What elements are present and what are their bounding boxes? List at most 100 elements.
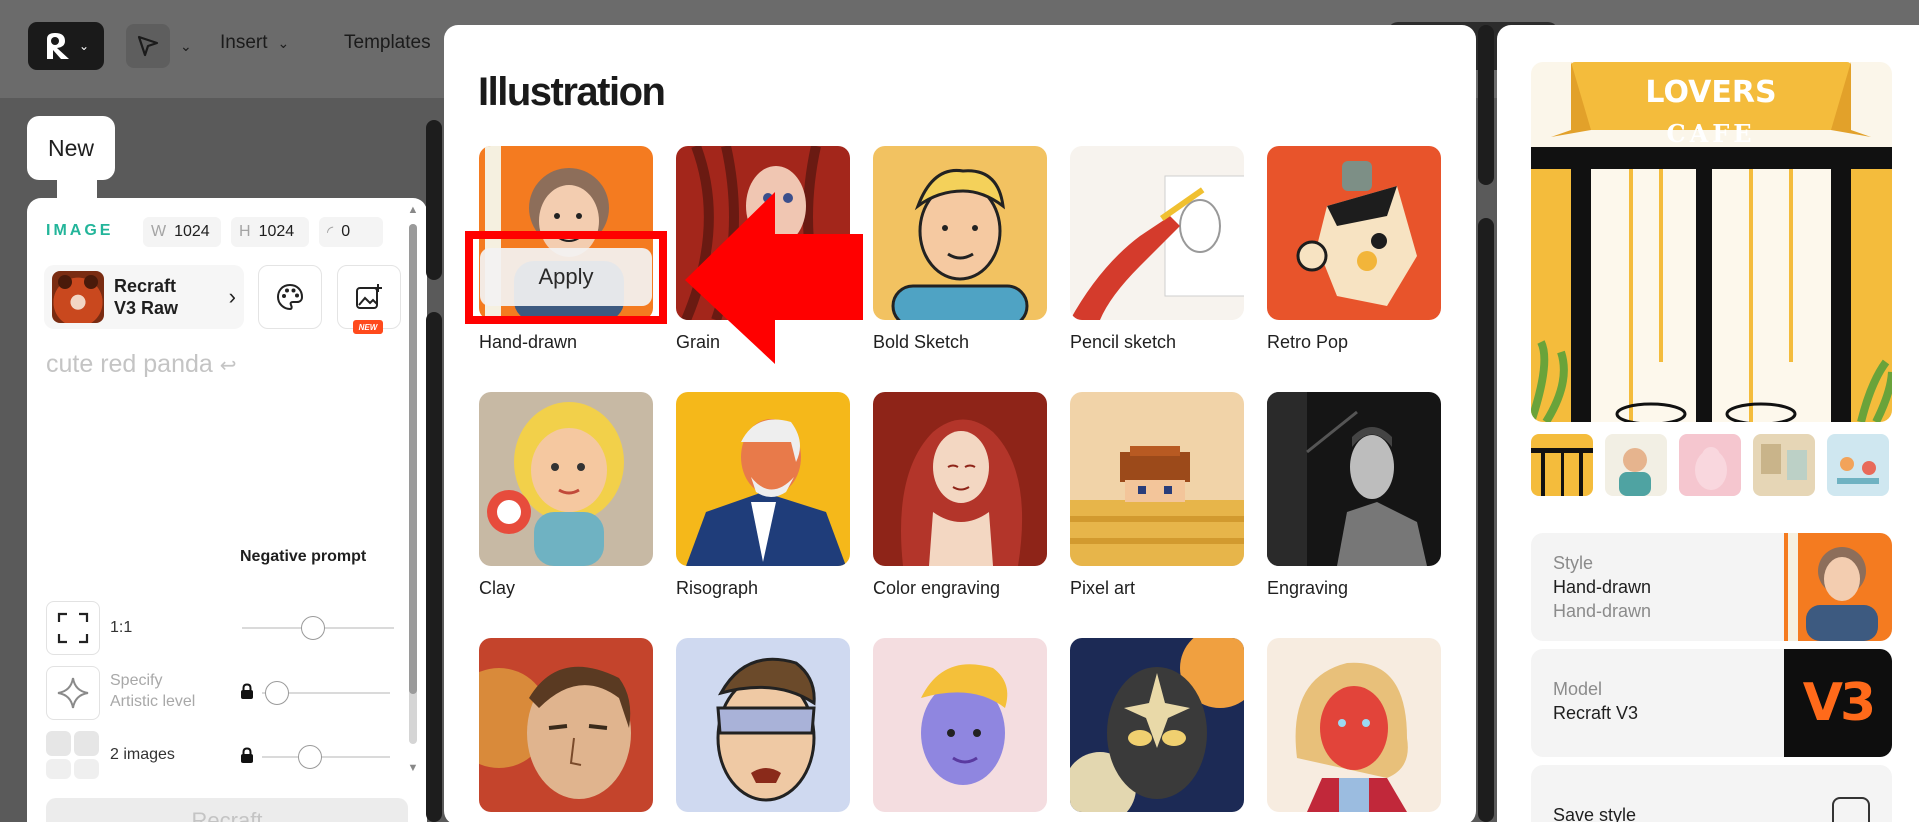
model-badge: V3: [1784, 649, 1892, 757]
insert-label: Insert: [220, 32, 268, 53]
model-info-card[interactable]: Model Recraft V3 V3: [1531, 649, 1892, 757]
corner-radius-field[interactable]: ◜ 0: [319, 217, 383, 247]
templates-menu[interactable]: Templates: [344, 32, 431, 54]
style-tile-risograph[interactable]: [676, 392, 850, 566]
style-value: Hand-drawn: [1553, 577, 1652, 597]
aspect-ratio-knob[interactable]: [301, 616, 325, 640]
aspect-ratio-icon: [57, 612, 89, 644]
panel-scrollbar[interactable]: ▲ ▼: [406, 200, 420, 780]
preview-thumbnail-1[interactable]: [1531, 434, 1593, 496]
insert-menu[interactable]: Insert ⌄: [220, 32, 289, 54]
artistic-level-button[interactable]: [46, 666, 100, 720]
style-tile-pixel-art[interactable]: [1070, 392, 1244, 566]
width-value: 1024: [174, 223, 210, 240]
model-selector[interactable]: Recraft V3 Raw ›: [44, 265, 244, 329]
style-key: Style: [1553, 553, 1594, 573]
style-tile-pastel[interactable]: [873, 638, 1047, 812]
style-tile-cosmic-hero[interactable]: [1070, 638, 1244, 812]
preview-thumbnail-4[interactable]: [1753, 434, 1815, 496]
new-badge: NEW: [353, 320, 383, 334]
width-field[interactable]: W 1024: [143, 217, 221, 247]
style-info-card[interactable]: Style Hand-drawn Hand-drawn: [1531, 533, 1892, 641]
style-tile-portrait-engraving[interactable]: [479, 638, 653, 812]
aspect-ratio-button[interactable]: [46, 601, 100, 655]
prompt-input[interactable]: cute red panda ↩: [46, 350, 237, 379]
chevron-down-icon: ⌄: [180, 37, 192, 54]
scroll-up-icon[interactable]: ▲: [406, 204, 420, 216]
hero-sign-line1: LOVERS: [1645, 75, 1776, 110]
image-count-slider[interactable]: [262, 756, 390, 758]
scroll-thumb[interactable]: [409, 224, 417, 694]
red-panda-thumbnail: [52, 271, 104, 323]
model-value: Recraft V3: [1553, 703, 1639, 723]
artistic-label-line2: Artistic level: [110, 693, 196, 710]
preview-thumbnail-2[interactable]: [1605, 434, 1667, 496]
image-count-knob[interactable]: [298, 745, 322, 769]
style-tile-engraving[interactable]: [1267, 392, 1441, 566]
height-field[interactable]: H 1024: [231, 217, 309, 247]
corner-radius-icon: ◜: [327, 224, 334, 241]
style-label-retro-pop: Retro Pop: [1267, 332, 1349, 352]
new-label: New: [47, 134, 94, 161]
logo-menu-button[interactable]: ⌄: [28, 22, 104, 70]
chevron-down-icon: ⌄: [78, 39, 90, 53]
preview-thumbnail-3[interactable]: [1679, 434, 1741, 496]
prompt-text: cute red panda: [46, 350, 213, 378]
section-label: IMAGE: [46, 222, 114, 239]
style-label-hand-drawn: Hand-drawn: [479, 332, 578, 352]
style-label-bold-sketch: Bold Sketch: [873, 332, 970, 352]
save-style-label: Save style: [1553, 805, 1637, 822]
style-thumbnail: [1784, 533, 1892, 641]
apply-style-button[interactable]: Apply: [480, 248, 652, 306]
style-tile-pencil-sketch[interactable]: [1070, 146, 1244, 320]
style-label-color-engraving: Color engraving: [873, 578, 1001, 598]
lock-icon: [241, 683, 253, 699]
style-label-engraving: Engraving: [1267, 578, 1349, 598]
resize-handle[interactable]: [1478, 25, 1494, 185]
save-style-checkbox[interactable]: [1832, 797, 1870, 822]
style-sub-value: Hand-drawn: [1553, 601, 1652, 621]
negative-prompt-toggle[interactable]: Negative prompt: [240, 548, 366, 566]
palette-icon: [276, 283, 304, 311]
modal-title: Illustration: [478, 70, 666, 114]
save-style-card[interactable]: Save style: [1531, 765, 1892, 822]
apply-label: Apply: [538, 264, 594, 289]
artistic-level-knob[interactable]: [265, 681, 289, 705]
recraft-logo-icon: [46, 33, 69, 59]
style-label-clay: Clay: [479, 578, 516, 598]
image-add-icon: [356, 284, 382, 309]
style-preview-image: LOVERS CAFE: [1531, 62, 1892, 422]
height-key: H: [239, 223, 251, 240]
style-tile-comic[interactable]: [676, 638, 850, 812]
style-label-pencil-sketch: Pencil sketch: [1070, 332, 1177, 352]
style-tile-color-engraving[interactable]: [873, 392, 1047, 566]
style-tile-retro-pop[interactable]: [1267, 146, 1441, 320]
resize-handle[interactable]: [1478, 218, 1494, 822]
preview-thumbnail-5[interactable]: [1827, 434, 1889, 496]
width-key: W: [151, 223, 167, 240]
image-count-icon: [46, 731, 100, 779]
style-label-risograph: Risograph: [676, 578, 759, 598]
enter-icon: ↩: [219, 355, 237, 377]
color-palette-button[interactable]: [258, 265, 322, 329]
resize-handle[interactable]: [426, 120, 442, 280]
style-tile-clay[interactable]: [479, 392, 653, 566]
lock-icon: [241, 747, 253, 763]
resize-handle[interactable]: [426, 312, 442, 822]
model-key: Model: [1553, 679, 1603, 699]
templates-label: Templates: [344, 32, 431, 53]
scroll-down-icon[interactable]: ▼: [406, 762, 420, 774]
aspect-ratio-label: 1:1: [110, 619, 133, 636]
new-tab-bubble[interactable]: New: [27, 116, 115, 180]
style-tile-red-portrait[interactable]: [1267, 638, 1441, 812]
corner-value: 0: [341, 223, 351, 240]
height-value: 1024: [258, 223, 295, 240]
style-label-pixel-art: Pixel art: [1070, 578, 1136, 598]
red-arrow-annotation: [685, 192, 863, 364]
style-tile-bold-sketch[interactable]: [873, 146, 1047, 320]
recraft-generate-button[interactable]: Recraft: [46, 798, 408, 822]
select-tool-button[interactable]: ⌄: [120, 22, 198, 70]
hero-sign-line2: CAFE: [1666, 119, 1755, 148]
model-name-line2: V3 Raw: [114, 298, 179, 318]
sparkle-icon: [57, 677, 89, 709]
